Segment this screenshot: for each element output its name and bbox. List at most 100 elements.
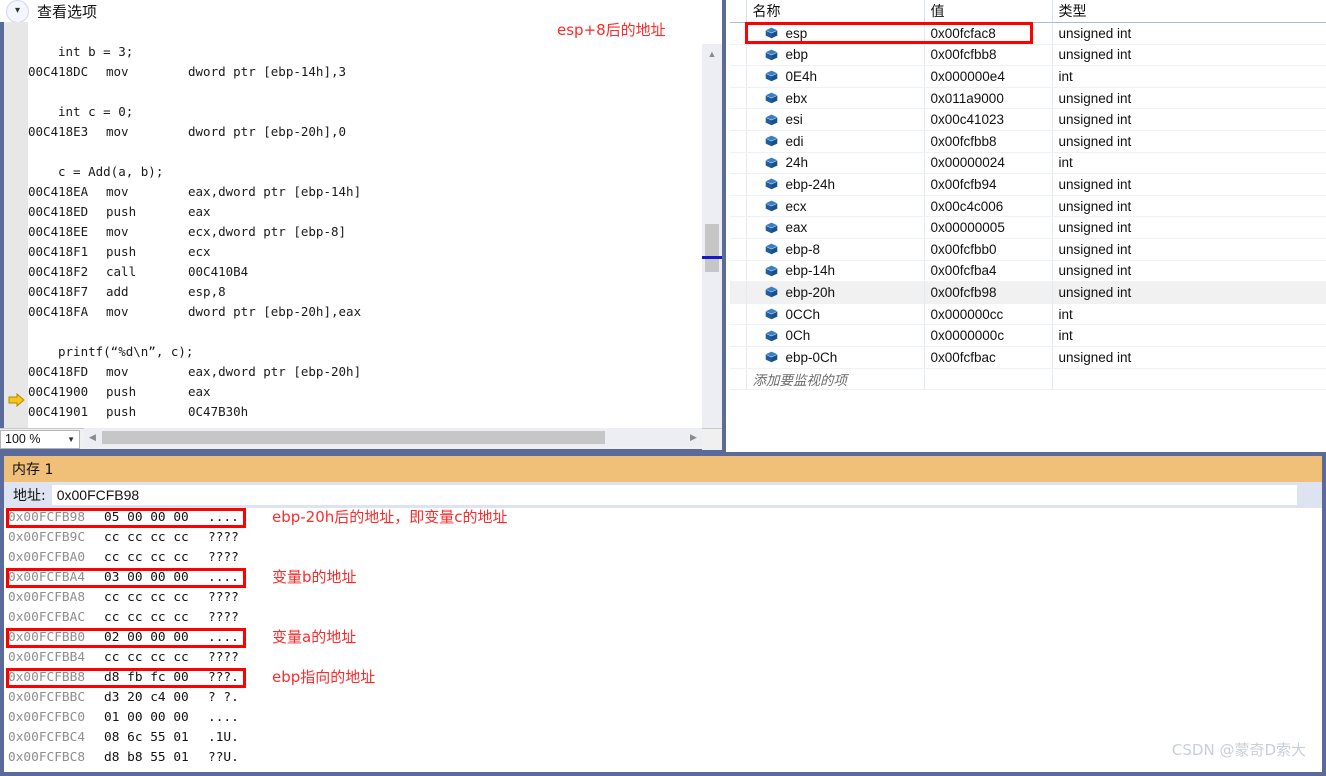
disassembly-line[interactable]: 00C418EA mov eax,dword ptr [ebp-14h] [28, 182, 700, 202]
chevron-down-icon[interactable]: ▼ [67, 435, 75, 444]
watch-row[interactable]: 0Ch 0x0000000c int [730, 324, 1326, 347]
watch-row-name[interactable]: ebx [746, 87, 925, 110]
watch-row-name[interactable]: 24h [746, 152, 925, 175]
memory-row[interactable]: 0x00FCFBB4 cc cc cc cc???? [4, 648, 1322, 668]
watch-row[interactable]: ebp-0Ch 0x00fcfbac unsigned int [730, 346, 1326, 369]
watch-row[interactable]: ebp 0x00fcfbb8 unsigned int [730, 44, 1326, 67]
disassembly-horizontal-scrollbar[interactable]: ◀ ▶ [84, 428, 702, 447]
watch-row-value[interactable]: 0x00fcfb98 [924, 281, 1053, 304]
watch-row-value[interactable]: 0x00c41023 [924, 108, 1053, 131]
watch-add-row[interactable]: 添加要监视的项 [730, 368, 1326, 391]
disassembly-line[interactable]: 00C418FD mov eax,dword ptr [ebp-20h] [28, 362, 700, 382]
watch-row-value[interactable]: 0x00fcfb94 [924, 173, 1053, 196]
watch-row[interactable]: eax 0x00000005 unsigned int [730, 216, 1326, 239]
watch-row[interactable]: ebp-24h 0x00fcfb94 unsigned int [730, 173, 1326, 196]
watch-column-type[interactable]: 类型 [1052, 0, 1326, 23]
watch-row-name[interactable]: ebp-24h [746, 173, 925, 196]
breakpoint-gutter[interactable] [4, 22, 29, 428]
memory-row[interactable]: 0x00FCFB98 05 00 00 00.... [4, 508, 1322, 528]
memory-row[interactable]: 0x00FCFBC4 08 6c 55 01 .1U. [4, 728, 1322, 748]
watch-row-value[interactable]: 0x00fcfac8 [924, 22, 1053, 45]
code-line-blank[interactable] [28, 142, 700, 162]
scrollbar-thumb[interactable] [705, 224, 719, 272]
watch-row-name[interactable]: esp [746, 22, 925, 45]
watch-row-name[interactable]: 0E4h [746, 65, 925, 88]
disassembly-line[interactable]: 00C418F1 push ecx [28, 242, 700, 262]
watch-column-name[interactable]: 名称 [746, 0, 925, 23]
watch-row-value[interactable]: 0x0000000c [924, 324, 1053, 347]
watch-row-value[interactable]: 0x000000e4 [924, 65, 1053, 88]
watch-row[interactable]: esi 0x00c41023 unsigned int [730, 108, 1326, 131]
memory-row[interactable]: 0x00FCFBA4 03 00 00 00.... [4, 568, 1322, 588]
watch-row-name[interactable]: ebp [746, 44, 925, 67]
watch-row-value[interactable]: 0x000000cc [924, 303, 1053, 326]
memory-row[interactable]: 0x00FCFBA8 cc cc cc cc???? [4, 588, 1322, 608]
source-line[interactable]: int c = 0; [28, 102, 700, 122]
disassembly-line[interactable]: 00C418FA mov dword ptr [ebp-20h],eax [28, 302, 700, 322]
disassembly-line[interactable]: 00C418ED push eax [28, 202, 700, 222]
watch-row-name[interactable]: ebp-20h [746, 281, 925, 304]
chevron-down-icon[interactable]: ▾ [6, 0, 29, 23]
watch-row-name[interactable]: 0CCh [746, 303, 925, 326]
disassembly-line[interactable]: 00C418DC mov dword ptr [ebp-14h],3 [28, 62, 700, 82]
code-line-blank[interactable] [28, 322, 700, 342]
watch-row-name[interactable]: ebp-14h [746, 260, 925, 283]
watch-row[interactable]: esp 0x00fcfac8 unsigned int [730, 22, 1326, 45]
watch-row[interactable]: 0E4h 0x000000e4 int [730, 65, 1326, 88]
watch-row[interactable]: 24h 0x00000024 int [730, 152, 1326, 175]
memory-row[interactable]: 0x00FCFBC8 d8 b8 55 01 ??U. [4, 748, 1322, 768]
watch-add-cell[interactable]: 添加要监视的项 [746, 368, 925, 391]
watch-row[interactable]: ebp-8 0x00fcfbb0 unsigned int [730, 238, 1326, 261]
watch-row-name[interactable]: ebp-8 [746, 238, 925, 261]
watch-row-name[interactable]: 0Ch [746, 324, 925, 347]
memory-hex-rows[interactable]: 0x00FCFB98 05 00 00 00.... 0x00FCFB9C cc cc… [4, 508, 1322, 772]
disassembly-code[interactable]: int b = 3; 00C418DC mov dword ptr [ebp-14h]… [28, 22, 700, 428]
disassembly-line[interactable]: 00C418E3 mov dword ptr [ebp-20h],0 [28, 122, 700, 142]
disassembly-line[interactable]: 00C418F2 call 00C410B4 [28, 262, 700, 282]
watch-row-name[interactable]: eax [746, 216, 925, 239]
disassembly-line[interactable]: 00C418F7 add esp,8 [28, 282, 700, 302]
watch-row-value[interactable]: 0x00fcfbb0 [924, 238, 1053, 261]
source-line[interactable]: c = Add(a, b); [28, 162, 700, 182]
watch-row-value[interactable]: 0x00fcfbac [924, 346, 1053, 369]
watch-row[interactable]: ebp-20h 0x00fcfb98 unsigned int [730, 281, 1326, 304]
hscrollbar-thumb[interactable] [102, 431, 605, 444]
watch-row-value[interactable]: 0x00c4c006 [924, 195, 1053, 218]
disassembly-line[interactable]: 00C41900 push eax [28, 382, 700, 402]
watch-row[interactable]: ecx 0x00c4c006 unsigned int [730, 195, 1326, 218]
watch-column-value[interactable]: 值 [924, 0, 1053, 23]
memory-row[interactable]: 0x00FCFB9C cc cc cc cc???? [4, 528, 1322, 548]
watch-row-value[interactable]: 0x011a9000 [924, 87, 1053, 110]
watch-row-name[interactable]: ecx [746, 195, 925, 218]
watch-row-value[interactable]: 0x00fcfbb8 [924, 130, 1053, 153]
memory-row[interactable]: 0x00FCFBB0 02 00 00 00.... [4, 628, 1322, 648]
zoom-level-combobox[interactable]: 100 % ▼ [0, 429, 80, 449]
source-line[interactable]: printf(“%d\n”, c); [28, 342, 700, 362]
watch-row-value[interactable]: 0x00fcfbb8 [924, 44, 1053, 67]
scroll-up-icon[interactable]: ▲ [702, 44, 722, 64]
watch-row-name[interactable]: esi [746, 108, 925, 131]
memory-row[interactable]: 0x00FCFBBC d3 20 c4 00 ? ?. [4, 688, 1322, 708]
memory-row[interactable]: 0x00FCFBC0 01 00 00 00.... [4, 708, 1322, 728]
watch-row-name[interactable]: edi [746, 130, 925, 153]
memory-row[interactable]: 0x00FCFBB8 d8 fb fc 00???. [4, 668, 1322, 688]
watch-row[interactable]: edi 0x00fcfbb8 unsigned int [730, 130, 1326, 153]
view-options-label[interactable]: 查看选项 [37, 1, 97, 22]
watch-row-value[interactable]: 0x00fcfba4 [924, 260, 1053, 283]
memory-row[interactable]: 0x00FCFBA0 cc cc cc cc???? [4, 548, 1322, 568]
memory-row[interactable]: 0x00FCFBAC cc cc cc cc???? [4, 608, 1322, 628]
disassembly-vertical-scrollbar[interactable]: ▲ ▼ [702, 44, 722, 450]
watch-row[interactable]: ebx 0x011a9000 unsigned int [730, 87, 1326, 110]
memory-address-input[interactable] [51, 485, 1297, 505]
scroll-left-icon[interactable]: ◀ [84, 428, 101, 447]
watch-row[interactable]: 0CCh 0x000000cc int [730, 303, 1326, 326]
disassembly-line[interactable]: 00C418EE mov ecx,dword ptr [ebp-8] [28, 222, 700, 242]
watch-row[interactable]: ebp-14h 0x00fcfba4 unsigned int [730, 260, 1326, 283]
watch-row-value[interactable]: 0x00000005 [924, 216, 1053, 239]
watch-row-name[interactable]: ebp-0Ch [746, 346, 925, 369]
scroll-right-icon[interactable]: ▶ [685, 428, 702, 447]
code-line-blank[interactable] [28, 82, 700, 102]
disassembly-line[interactable]: 00C41901 push 0C47B30h [28, 402, 700, 422]
source-line[interactable]: int b = 3; [28, 42, 700, 62]
watch-row-value[interactable]: 0x00000024 [924, 152, 1053, 175]
